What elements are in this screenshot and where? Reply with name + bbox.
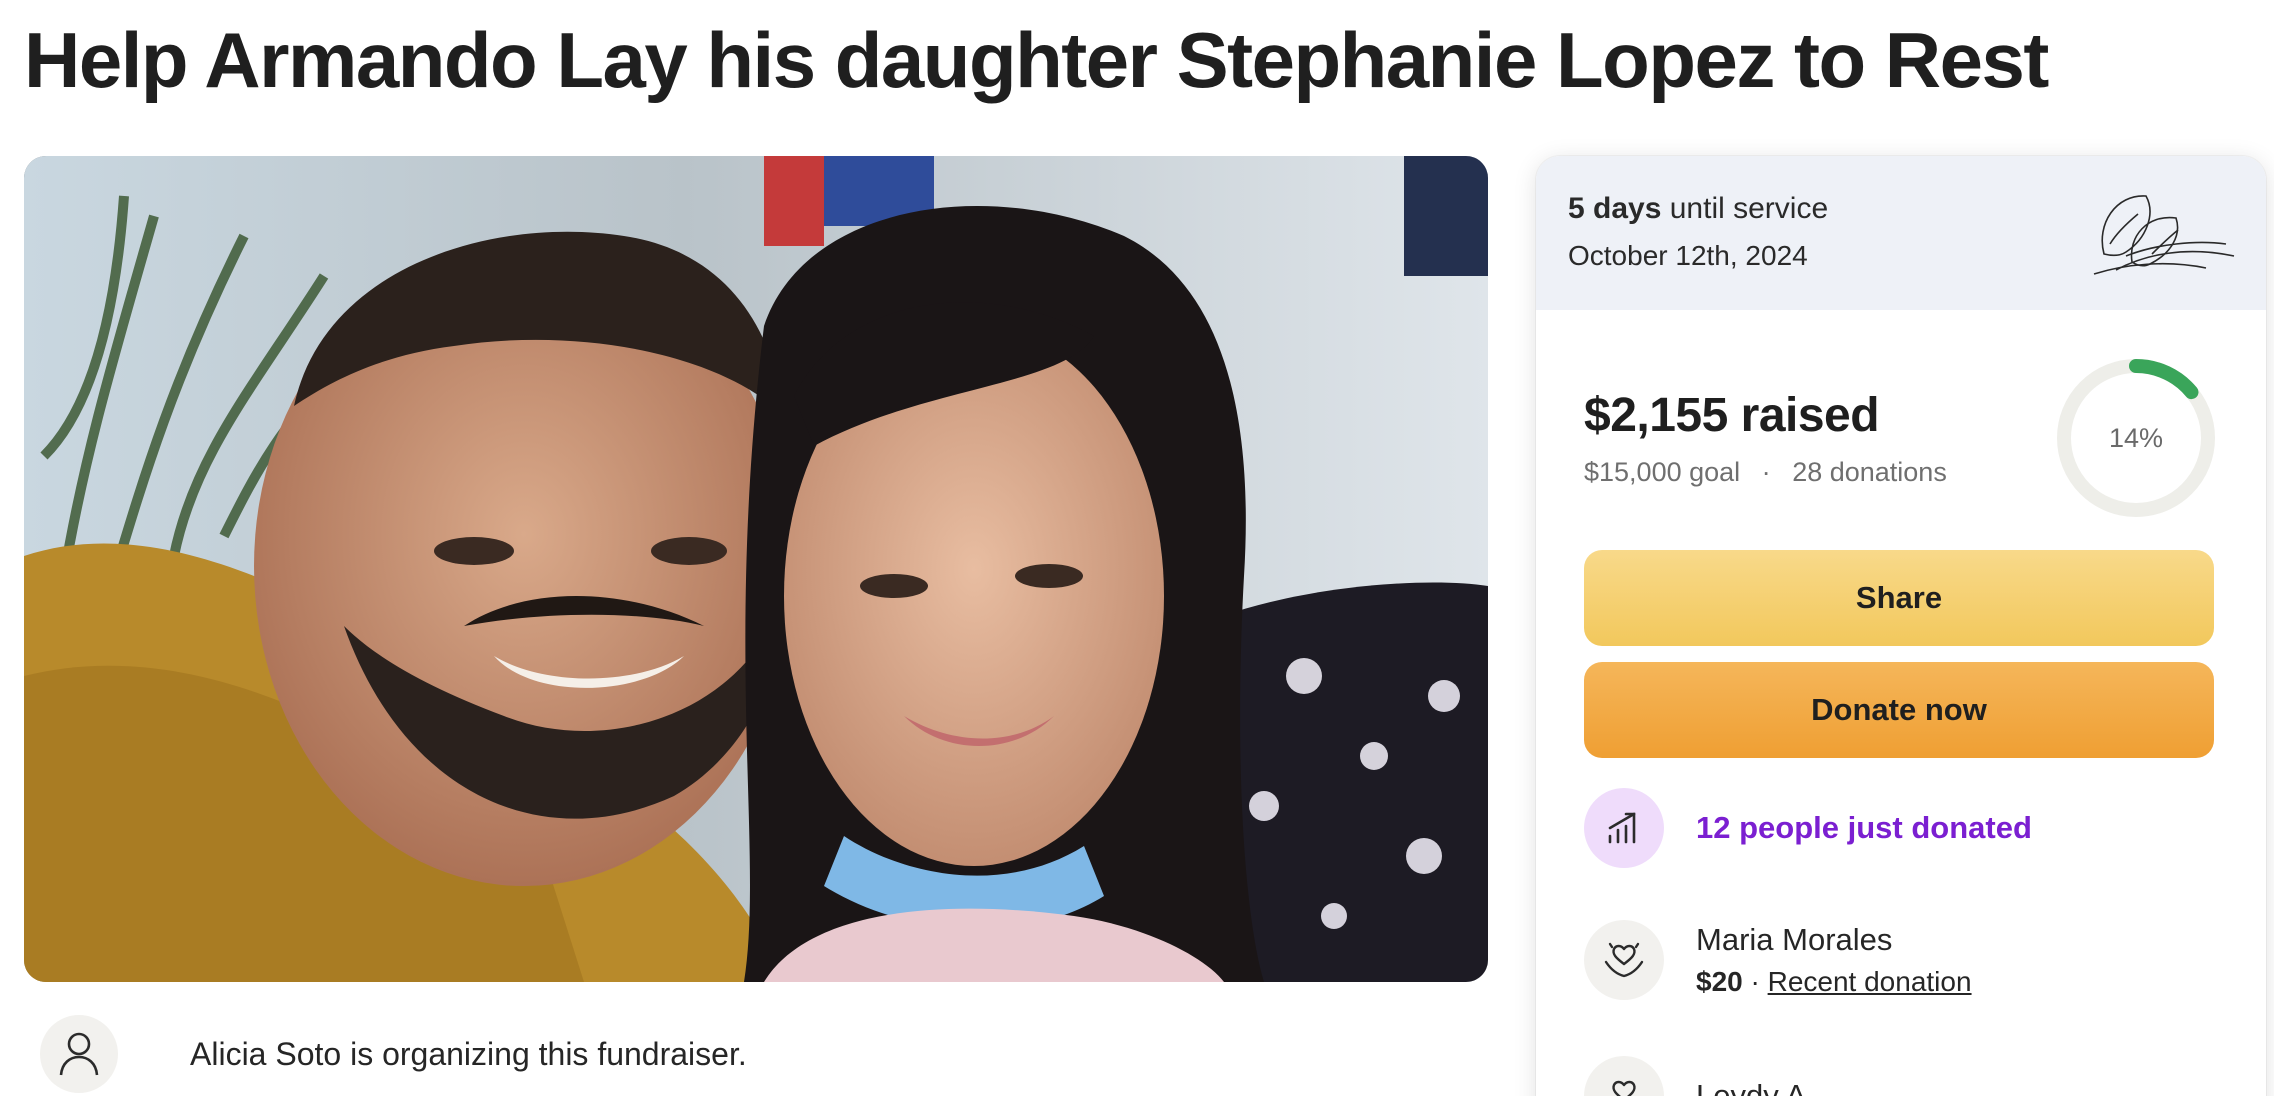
fundraiser-photo[interactable]	[24, 156, 1488, 982]
progress-summary: $2,155 raised $15,000 goal · 28 donation…	[1584, 388, 1947, 488]
person-icon	[40, 1015, 118, 1093]
service-until: until service	[1669, 192, 1829, 225]
recent-donation-link[interactable]: Recent donation	[1768, 966, 1972, 997]
share-button[interactable]: Share	[1584, 550, 2214, 646]
page-title: Help Armando Lay his daughter Stephanie …	[24, 16, 2049, 104]
donor-name: Maria Morales	[1696, 922, 1893, 957]
amount-raised: $2,155 raised	[1584, 389, 1880, 442]
service-banner: 5 days until service October 12th, 2024	[1536, 156, 2266, 310]
goal-amount: $15,000 goal	[1584, 457, 1741, 487]
separator-dot: ·	[1761, 457, 1771, 487]
separator-dot: ·	[1750, 966, 1760, 997]
donation-meta: $20 · Recent donation	[1696, 966, 1972, 998]
donate-now-button[interactable]: Donate now	[1584, 662, 2214, 758]
heart-hands-icon	[1584, 1056, 1664, 1096]
organizer-row: Alicia Soto is organizing this fundraise…	[40, 1014, 747, 1094]
donation-card: 5 days until service October 12th, 2024 …	[1536, 156, 2266, 1096]
trending-up-icon	[1584, 788, 1664, 868]
donation-item: Maria Morales $20 · Recent donation	[1584, 920, 1972, 1000]
organizer-text: Alicia Soto is organizing this fundraise…	[190, 1035, 747, 1072]
goal-and-count: $15,000 goal · 28 donations	[1584, 457, 1947, 488]
service-days: 5 days	[1568, 192, 1662, 225]
recent-activity-row[interactable]: 12 people just donated	[1584, 788, 2032, 868]
donor-name: Leydy A	[1696, 1078, 1807, 1096]
progress-percent: 14%	[2108, 422, 2164, 453]
photo-illustration	[24, 156, 1488, 982]
heart-hands-icon	[1584, 920, 1664, 1000]
donation-amount: $20	[1696, 966, 1743, 997]
calla-lily-icon	[2093, 195, 2235, 275]
just-donated-label: 12 people just donated	[1696, 810, 2032, 845]
donation-count: 28 donations	[1792, 457, 1947, 487]
donation-item: Leydy A	[1584, 1056, 1806, 1096]
fundraiser-page: Help Armando Lay his daughter Stephanie …	[0, 0, 2274, 1096]
